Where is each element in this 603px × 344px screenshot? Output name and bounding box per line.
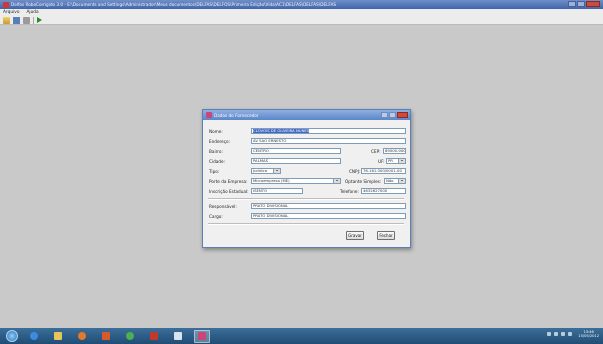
window-title: Delfos RoboCorrigido 3.0 - E:\Documents … bbox=[11, 2, 336, 7]
endereco-field[interactable]: AV SÃO ERNESTO bbox=[251, 138, 406, 144]
uf-value: PR bbox=[388, 158, 393, 163]
play-icon[interactable] bbox=[37, 17, 42, 23]
responsavel-field[interactable]: PRATO DIVISIONAL bbox=[251, 203, 406, 209]
responsavel-label: Responsável: bbox=[209, 204, 237, 209]
taskbar-app-pdf[interactable] bbox=[146, 330, 162, 343]
dialog-title-bar[interactable]: Dados do Fornecedor bbox=[203, 110, 410, 120]
maximize-icon[interactable] bbox=[389, 112, 396, 118]
divider bbox=[208, 223, 404, 225]
porte-value: Microempresa (ME) bbox=[253, 178, 290, 183]
chevron-down-icon[interactable] bbox=[333, 179, 340, 183]
bairro-field[interactable]: CENTRO bbox=[251, 148, 341, 154]
taskbar: 13:46 15/05/2012 bbox=[0, 328, 603, 344]
window-controls bbox=[568, 1, 600, 7]
chrome-icon bbox=[126, 332, 134, 340]
document-icon bbox=[174, 332, 182, 340]
cep-field[interactable]: 89000-000 bbox=[383, 148, 406, 154]
volume-icon[interactable] bbox=[561, 332, 566, 336]
menu-arquivo[interactable]: Arquivo bbox=[3, 10, 19, 15]
minimize-icon[interactable] bbox=[568, 1, 576, 7]
optante-value: Não bbox=[386, 178, 394, 183]
folder-icon bbox=[54, 332, 62, 340]
tipo-value: Jurídica bbox=[253, 168, 268, 173]
save-icon[interactable] bbox=[13, 16, 20, 24]
dialog-title: Dados do Fornecedor bbox=[214, 112, 259, 118]
porte-select[interactable]: Microempresa (ME) bbox=[251, 178, 341, 184]
nome-label: Nome: bbox=[209, 129, 223, 134]
clock[interactable]: 13:46 15/05/2012 bbox=[578, 330, 599, 338]
supplier-dialog: Dados do Fornecedor Nome: CLOVOIS DE OLI… bbox=[202, 109, 411, 248]
main-window: Delfos RoboCorrigido 3.0 - E:\Documents … bbox=[0, 0, 603, 328]
optante-select[interactable]: Não bbox=[384, 178, 406, 184]
toolbar bbox=[0, 16, 603, 25]
telefone-label: Telefone: bbox=[340, 189, 359, 194]
dialog-controls bbox=[381, 112, 408, 118]
tipo-select[interactable]: Jurídica bbox=[251, 168, 281, 174]
taskbar-app-ie[interactable] bbox=[26, 330, 42, 343]
pdf-icon bbox=[150, 332, 158, 340]
bairro-label: Bairro: bbox=[209, 149, 223, 154]
taskbar-app-delfos[interactable] bbox=[194, 329, 210, 343]
dialog-app-icon bbox=[206, 112, 212, 118]
clock-date: 15/05/2012 bbox=[578, 334, 599, 338]
app-icon bbox=[3, 1, 9, 8]
divider bbox=[208, 198, 404, 200]
uf-label: UF: bbox=[378, 159, 385, 164]
browser-icon bbox=[30, 332, 38, 340]
porte-label: Porte da Empresa: bbox=[209, 179, 248, 184]
media-player-icon bbox=[78, 332, 86, 340]
taskbar-app-media[interactable] bbox=[74, 330, 90, 343]
nome-field[interactable]: CLOVOIS DE OLIVEIRA NUNES bbox=[251, 128, 406, 134]
cargo-label: Cargo: bbox=[209, 214, 223, 219]
save-button[interactable]: Gravar bbox=[346, 231, 364, 240]
cargo-field[interactable]: PRATO DIVISIONAL bbox=[251, 213, 406, 219]
main-title-bar[interactable]: Delfos RoboCorrigido 3.0 - E:\Documents … bbox=[0, 0, 603, 9]
flag-icon[interactable] bbox=[554, 332, 559, 336]
close-icon[interactable] bbox=[397, 112, 408, 118]
uf-select[interactable]: PR bbox=[386, 158, 406, 164]
close-button[interactable]: Fechar bbox=[377, 231, 395, 240]
start-button[interactable] bbox=[6, 330, 18, 342]
taskbar-app-notes[interactable] bbox=[170, 330, 186, 343]
maximize-icon[interactable] bbox=[577, 1, 585, 7]
network-icon[interactable] bbox=[547, 332, 552, 336]
chevron-down-icon[interactable] bbox=[398, 179, 405, 183]
inscricao-label: Inscrição Estadual: bbox=[209, 189, 249, 194]
menu-ajuda[interactable]: Ajuda bbox=[26, 10, 38, 15]
chevron-down-icon[interactable] bbox=[273, 169, 280, 173]
tipo-label: Tipo: bbox=[209, 169, 220, 174]
menu-bar: Arquivo Ajuda bbox=[0, 9, 603, 16]
taskbar-app-chrome[interactable] bbox=[122, 330, 138, 343]
system-tray: 13:46 15/05/2012 bbox=[547, 330, 599, 338]
taskbar-app-office[interactable] bbox=[98, 330, 114, 343]
cidade-field[interactable]: PALMAS bbox=[251, 158, 341, 164]
cidade-label: Cidade: bbox=[209, 159, 225, 164]
battery-icon[interactable] bbox=[568, 332, 573, 336]
app-icon bbox=[198, 332, 206, 340]
minimize-icon[interactable] bbox=[381, 112, 388, 118]
office-icon bbox=[102, 332, 110, 340]
cep-label: CEP: bbox=[371, 149, 381, 154]
chevron-down-icon[interactable] bbox=[398, 159, 405, 163]
print-icon[interactable] bbox=[23, 16, 30, 24]
toolbar-separator bbox=[33, 16, 34, 24]
optante-label: Optante Simples: bbox=[345, 179, 382, 184]
endereco-label: Endereço: bbox=[209, 139, 231, 144]
nome-value: CLOVOIS DE OLIVEIRA NUNES bbox=[253, 128, 310, 133]
open-folder-icon[interactable] bbox=[3, 16, 10, 24]
cnpj-field[interactable]: 76.161.000/0001-00 bbox=[361, 168, 406, 174]
inscricao-field[interactable]: ISENTO bbox=[251, 188, 303, 194]
taskbar-app-explorer[interactable] bbox=[50, 330, 66, 343]
telefone-field[interactable]: 4632627000 bbox=[361, 188, 406, 194]
cnpj-label: CNPJ: bbox=[349, 169, 361, 174]
close-icon[interactable] bbox=[586, 1, 600, 7]
